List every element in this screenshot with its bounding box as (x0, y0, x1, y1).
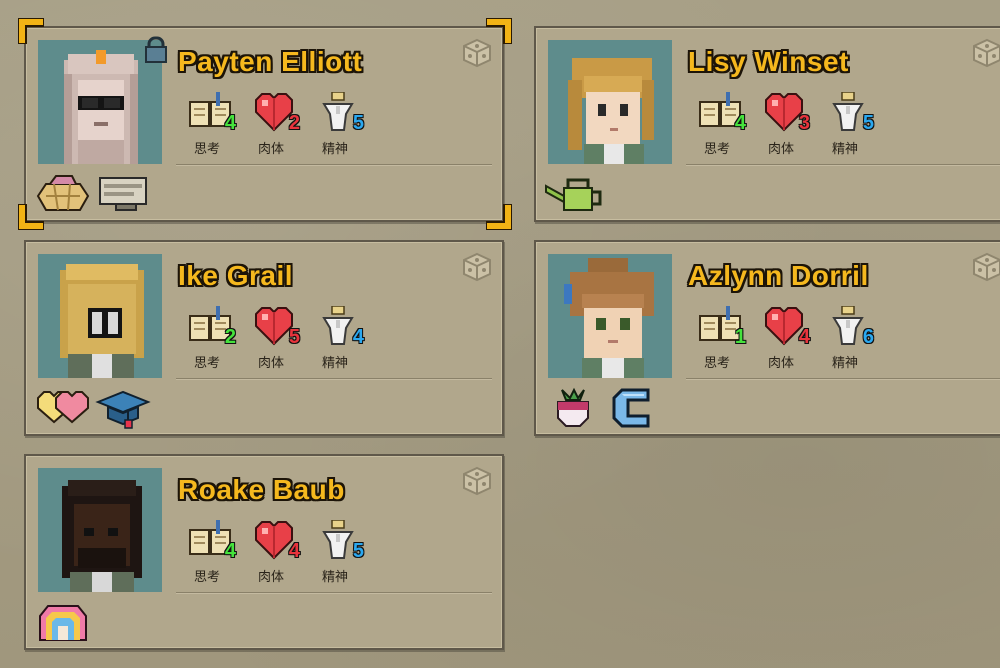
character-name: Lisy Winset (688, 46, 849, 77)
turnip-icon[interactable] (544, 386, 602, 430)
graduation-cap-icon[interactable] (94, 386, 152, 430)
dice-icon[interactable] (972, 252, 1000, 282)
selection-corner (486, 18, 512, 44)
character-name: Ike Grail (178, 260, 294, 291)
mind-label: 思考 (704, 142, 731, 157)
body-value: 4 (288, 540, 300, 562)
lock-icon (145, 36, 167, 63)
mind-label: 思考 (704, 356, 731, 371)
stat-mind: 1 思考 (694, 306, 746, 371)
selection-corner (18, 204, 44, 230)
character-card[interactable]: Roake Baub 4 思考 4 肉体 5 精神 (24, 454, 504, 650)
mind-label: 思考 (194, 570, 221, 585)
rainbow-arch-icon[interactable] (34, 600, 92, 644)
stat-body: 4 肉体 (248, 520, 300, 585)
character-name: Payten Elliott (178, 46, 363, 77)
divider (176, 164, 492, 165)
mind-value: 4 (734, 112, 746, 134)
body-label: 肉体 (768, 142, 795, 157)
spirit-value: 6 (862, 326, 874, 348)
divider (176, 592, 492, 593)
sign-board-icon[interactable] (94, 172, 152, 216)
body-label: 肉体 (258, 356, 285, 371)
dice-icon[interactable] (462, 252, 492, 282)
stat-mind: 4 思考 (694, 92, 746, 157)
character-card[interactable]: Ike Grail 2 思考 5 肉体 4 精神 (24, 240, 504, 436)
body-value: 5 (288, 326, 300, 348)
spirit-label: 精神 (832, 356, 859, 371)
character-name: Roake Baub (178, 474, 345, 505)
character-portrait (548, 40, 672, 164)
mind-value: 2 (224, 326, 236, 348)
body-value: 2 (288, 112, 300, 134)
stat-body: 4 肉体 (758, 306, 810, 371)
stat-body: 2 肉体 (248, 92, 300, 157)
spirit-value: 4 (352, 326, 364, 348)
stat-body: 3 肉体 (758, 92, 810, 157)
mind-label: 思考 (194, 142, 221, 157)
mind-value: 4 (224, 112, 236, 134)
spirit-label: 精神 (322, 142, 349, 157)
divider (686, 164, 1000, 165)
mind-value: 4 (224, 540, 236, 562)
spirit-value: 5 (352, 112, 364, 134)
c-letter-icon[interactable] (604, 386, 662, 430)
character-portrait (38, 468, 162, 592)
selection-corner (18, 18, 44, 44)
dice-icon[interactable] (972, 38, 1000, 68)
stat-spirit: 5 精神 (312, 92, 364, 157)
body-value: 3 (798, 112, 810, 134)
body-label: 肉体 (768, 356, 795, 371)
two-hearts-icon[interactable] (34, 386, 92, 430)
stat-body: 5 肉体 (248, 306, 300, 371)
character-card[interactable]: Azlynn Dorril 1 思考 4 肉体 6 精神 (534, 240, 1000, 436)
spirit-label: 精神 (832, 142, 859, 157)
stat-mind: 4 思考 (184, 92, 236, 157)
watering-can-icon[interactable] (544, 172, 602, 216)
divider (686, 378, 1000, 379)
spirit-value: 5 (352, 540, 364, 562)
stat-spirit: 6 精神 (822, 306, 874, 371)
character-card[interactable]: Payten Elliott 4 思考 2 肉体 5 精神 (24, 26, 504, 222)
character-portrait (38, 254, 162, 378)
stat-mind: 2 思考 (184, 306, 236, 371)
character-name: Azlynn Dorril (688, 260, 869, 291)
spirit-value: 5 (862, 112, 874, 134)
mind-value: 1 (734, 326, 746, 348)
stat-spirit: 4 精神 (312, 306, 364, 371)
stat-spirit: 5 精神 (822, 92, 874, 157)
character-card[interactable]: Lisy Winset 4 思考 3 肉体 5 精神 (534, 26, 1000, 222)
spirit-label: 精神 (322, 356, 349, 371)
dice-icon[interactable] (462, 466, 492, 496)
body-label: 肉体 (258, 570, 285, 585)
body-label: 肉体 (258, 142, 285, 157)
stat-mind: 4 思考 (184, 520, 236, 585)
character-portrait (548, 254, 672, 378)
selection-corner (486, 204, 512, 230)
body-value: 4 (798, 326, 810, 348)
spirit-label: 精神 (322, 570, 349, 585)
divider (176, 378, 492, 379)
mind-label: 思考 (194, 356, 221, 371)
stat-spirit: 5 精神 (312, 520, 364, 585)
